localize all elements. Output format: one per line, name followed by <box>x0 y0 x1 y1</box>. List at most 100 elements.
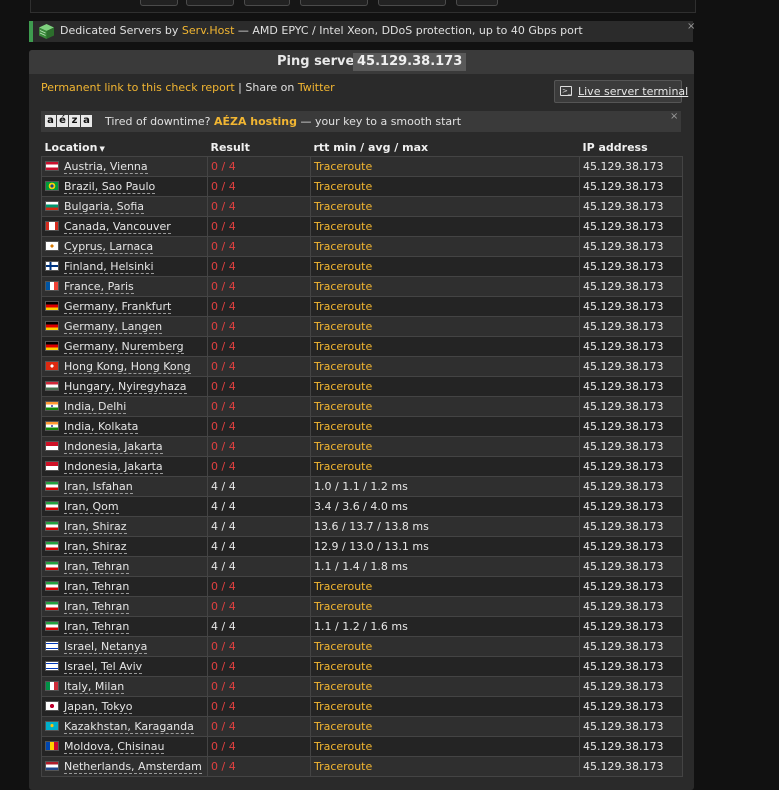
location-link[interactable]: India, Kolkata <box>64 420 139 434</box>
ip-cell: 45.129.38.173 <box>579 316 683 337</box>
location-cell: Iran, Tehran <box>41 616 208 637</box>
location-cell: Iran, Isfahan <box>41 476 208 497</box>
location-link[interactable]: Finland, Helsinki <box>64 260 154 274</box>
aeza-close-icon[interactable]: × <box>670 111 678 122</box>
location-link[interactable]: Israel, Netanya <box>64 640 148 654</box>
traceroute-link[interactable]: Traceroute <box>310 676 580 697</box>
location-link[interactable]: Iran, Tehran <box>64 560 130 574</box>
location-link[interactable]: Iran, Shiraz <box>64 540 127 554</box>
location-link[interactable]: Iran, Isfahan <box>64 480 133 494</box>
ad-brand-link[interactable]: Serv.Host <box>182 24 234 37</box>
location-cell: Netherlands, Amsterdam <box>41 756 208 777</box>
location-link[interactable]: Iran, Tehran <box>64 580 130 594</box>
traceroute-link[interactable]: Traceroute <box>310 236 580 257</box>
traceroute-link[interactable]: Traceroute <box>310 296 580 317</box>
traceroute-link[interactable]: Traceroute <box>310 416 580 437</box>
sort-down-icon: ▼ <box>99 144 105 153</box>
top-nav-button[interactable] <box>378 0 446 6</box>
top-nav-button[interactable] <box>244 0 290 6</box>
location-link[interactable]: Japan, Tokyo <box>64 700 133 714</box>
location-link[interactable]: Hong Kong, Hong Kong <box>64 360 191 374</box>
traceroute-link[interactable]: Traceroute <box>310 596 580 617</box>
location-link[interactable]: Indonesia, Jakarta <box>64 460 163 474</box>
result-cell: 0 / 4 <box>207 576 311 597</box>
top-nav-button[interactable] <box>456 0 498 6</box>
location-link[interactable]: Iran, Qom <box>64 500 119 514</box>
rtt-cell: 13.6 / 13.7 / 13.8 ms <box>310 516 580 537</box>
top-nav-button[interactable] <box>300 0 368 6</box>
location-link[interactable]: Bulgaria, Sofia <box>64 200 144 214</box>
location-link[interactable]: Moldova, Chisinau <box>64 740 165 754</box>
table-row: France, Paris 0 / 4 Traceroute 45.129.38.17… <box>41 276 683 297</box>
twitter-share-link[interactable]: Twitter <box>298 81 335 94</box>
traceroute-link[interactable]: Traceroute <box>310 456 580 477</box>
location-link[interactable]: Iran, Shiraz <box>64 520 127 534</box>
result-cell: 0 / 4 <box>207 176 311 197</box>
location-cell: Brazil, Sao Paulo <box>41 176 208 197</box>
table-row: Hong Kong, Hong Kong 0 / 4 Traceroute 45.12… <box>41 356 683 377</box>
ad-close-icon[interactable]: × <box>687 21 695 32</box>
location-link[interactable]: Kazakhstan, Karaganda <box>64 720 194 734</box>
location-link[interactable]: Germany, Nuremberg <box>64 340 184 354</box>
traceroute-link[interactable]: Traceroute <box>310 356 580 377</box>
location-cell: Germany, Frankfurt <box>41 296 208 317</box>
traceroute-link[interactable]: Traceroute <box>310 436 580 457</box>
location-link[interactable]: Italy, Milan <box>64 680 125 694</box>
location-link[interactable]: Germany, Langen <box>64 320 163 334</box>
location-link[interactable]: Germany, Frankfurt <box>64 300 172 314</box>
table-row: Indonesia, Jakarta 0 / 4 Traceroute 45.129.… <box>41 456 683 477</box>
traceroute-link[interactable]: Traceroute <box>310 216 580 237</box>
location-cell: Iran, Tehran <box>41 576 208 597</box>
aeza-ad-banner[interactable]: a é z a Tired of downtime? AÉZA hosting … <box>41 111 681 132</box>
traceroute-link[interactable]: Traceroute <box>310 336 580 357</box>
traceroute-link[interactable]: Traceroute <box>310 736 580 757</box>
location-link[interactable]: Indonesia, Jakarta <box>64 440 163 454</box>
location-link[interactable]: Iran, Tehran <box>64 620 130 634</box>
ip-cell: 45.129.38.173 <box>579 736 683 757</box>
location-link[interactable]: India, Delhi <box>64 400 127 414</box>
traceroute-link[interactable]: Traceroute <box>310 276 580 297</box>
table-row: Germany, Nuremberg 0 / 4 Traceroute 45.129.… <box>41 336 683 357</box>
location-cell: Iran, Tehran <box>41 596 208 617</box>
traceroute-link[interactable]: Traceroute <box>310 156 580 177</box>
traceroute-link[interactable]: Traceroute <box>310 196 580 217</box>
traceroute-link[interactable]: Traceroute <box>310 636 580 657</box>
traceroute-link[interactable]: Traceroute <box>310 316 580 337</box>
aeza-suffix: — your key to a smooth start <box>296 115 462 128</box>
location-cell: Indonesia, Jakarta <box>41 436 208 457</box>
permanent-link[interactable]: Permanent link to this check report <box>41 81 235 94</box>
location-link[interactable]: Cyprus, Larnaca <box>64 240 154 254</box>
location-link[interactable]: Canada, Vancouver <box>64 220 171 234</box>
servhost-ad-banner[interactable]: Dedicated Servers by Serv.Host — AMD EPY… <box>29 21 695 42</box>
location-column-header[interactable]: Location ▼ <box>41 138 208 157</box>
traceroute-link[interactable]: Traceroute <box>310 396 580 417</box>
live-terminal-button[interactable]: >_ Live server terminal <box>554 80 688 103</box>
location-link[interactable]: France, Paris <box>64 280 134 294</box>
ip-cell: 45.129.38.173 <box>579 176 683 197</box>
results-table-body: Austria, Vienna 0 / 4 Traceroute 45.129.38.… <box>41 156 683 777</box>
traceroute-link[interactable]: Traceroute <box>310 176 580 197</box>
traceroute-link[interactable]: Traceroute <box>310 656 580 677</box>
location-link[interactable]: Brazil, Sao Paulo <box>64 180 156 194</box>
flag-de-icon <box>45 301 59 311</box>
location-link[interactable]: Austria, Vienna <box>64 160 148 174</box>
table-row: Israel, Netanya 0 / 4 Traceroute 45.129.38.… <box>41 636 683 657</box>
traceroute-link[interactable]: Traceroute <box>310 376 580 397</box>
top-nav-button[interactable] <box>140 0 178 6</box>
aeza-brand-link[interactable]: AÉZA hosting <box>214 115 297 128</box>
ip-cell: 45.129.38.173 <box>579 456 683 477</box>
top-nav-button[interactable] <box>186 0 234 6</box>
traceroute-link[interactable]: Traceroute <box>310 716 580 737</box>
table-row: Austria, Vienna 0 / 4 Traceroute 45.129.38.… <box>41 156 683 177</box>
traceroute-link[interactable]: Traceroute <box>310 576 580 597</box>
result-cell: 0 / 4 <box>207 216 311 237</box>
location-link[interactable]: Netherlands, Amsterdam <box>64 760 202 774</box>
result-cell: 4 / 4 <box>207 496 311 517</box>
location-link[interactable]: Iran, Tehran <box>64 600 130 614</box>
traceroute-link[interactable]: Traceroute <box>310 756 580 777</box>
traceroute-link[interactable]: Traceroute <box>310 256 580 277</box>
location-link[interactable]: Israel, Tel Aviv <box>64 660 143 674</box>
location-link[interactable]: Hungary, Nyiregyhaza <box>64 380 187 394</box>
traceroute-link[interactable]: Traceroute <box>310 696 580 717</box>
flag-ir-icon <box>45 501 59 511</box>
